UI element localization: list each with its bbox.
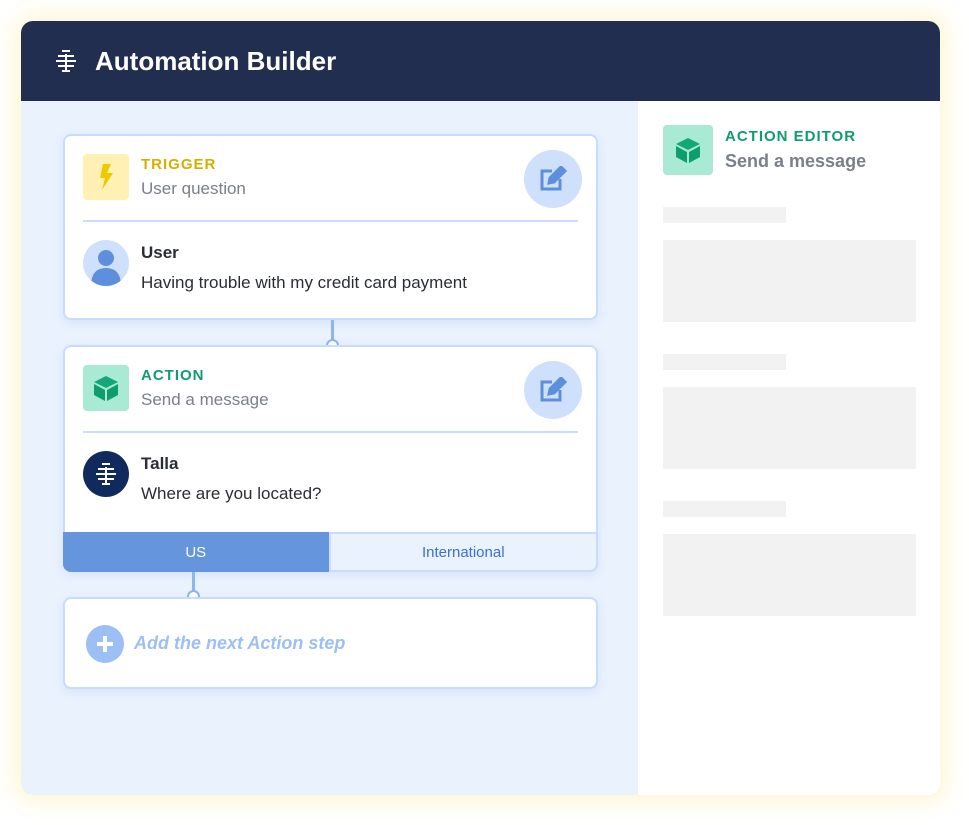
skeleton-field xyxy=(663,387,916,469)
cube-icon xyxy=(83,365,129,411)
divider xyxy=(83,220,578,222)
lightning-icon xyxy=(83,154,129,200)
flow-canvas: TRIGGER User question User Having troubl… xyxy=(21,101,638,795)
action-subtitle: Send a message xyxy=(141,390,269,409)
message-text: Where are you located? xyxy=(141,484,322,503)
app-title: Automation Builder xyxy=(95,45,337,76)
cube-icon xyxy=(663,125,713,175)
tab-us[interactable]: US xyxy=(63,532,329,572)
tab-international[interactable]: International xyxy=(328,532,598,572)
skeleton-label xyxy=(663,207,786,223)
trigger-card[interactable]: TRIGGER User question User Having troubl… xyxy=(63,134,598,320)
edit-trigger-button[interactable] xyxy=(524,150,582,208)
add-step-label: Add the next Action step xyxy=(134,633,346,653)
talla-avatar xyxy=(83,451,129,497)
talla-logo-icon xyxy=(56,50,76,72)
action-card[interactable]: ACTION Send a message Talla Where are yo… xyxy=(63,345,598,572)
edit-icon xyxy=(540,377,568,402)
editor-subtitle: Send a message xyxy=(725,151,867,171)
trigger-label: TRIGGER xyxy=(141,156,217,173)
skeleton-label xyxy=(663,501,786,517)
message-author: Talla xyxy=(141,454,179,473)
user-avatar xyxy=(83,240,129,286)
message-author: User xyxy=(141,243,179,262)
divider xyxy=(83,431,578,433)
skeleton-field xyxy=(663,534,916,616)
action-editor-panel: ACTION EDITOR Send a message xyxy=(638,101,940,795)
message-text: Having trouble with my credit card payme… xyxy=(141,273,467,292)
edit-action-button[interactable] xyxy=(524,361,582,419)
header: Automation Builder xyxy=(21,21,940,101)
editor-label: ACTION EDITOR xyxy=(725,128,857,145)
branch-tabs: US International xyxy=(63,532,598,572)
skeleton-field xyxy=(663,240,916,322)
action-label: ACTION xyxy=(141,367,205,384)
add-step-card[interactable]: Add the next Action step xyxy=(63,597,598,689)
skeleton-label xyxy=(663,354,786,370)
automation-builder-window: Automation Builder TRIGGER User question… xyxy=(21,21,940,795)
plus-icon xyxy=(86,625,124,663)
trigger-subtitle: User question xyxy=(141,179,246,198)
edit-icon xyxy=(540,166,568,191)
